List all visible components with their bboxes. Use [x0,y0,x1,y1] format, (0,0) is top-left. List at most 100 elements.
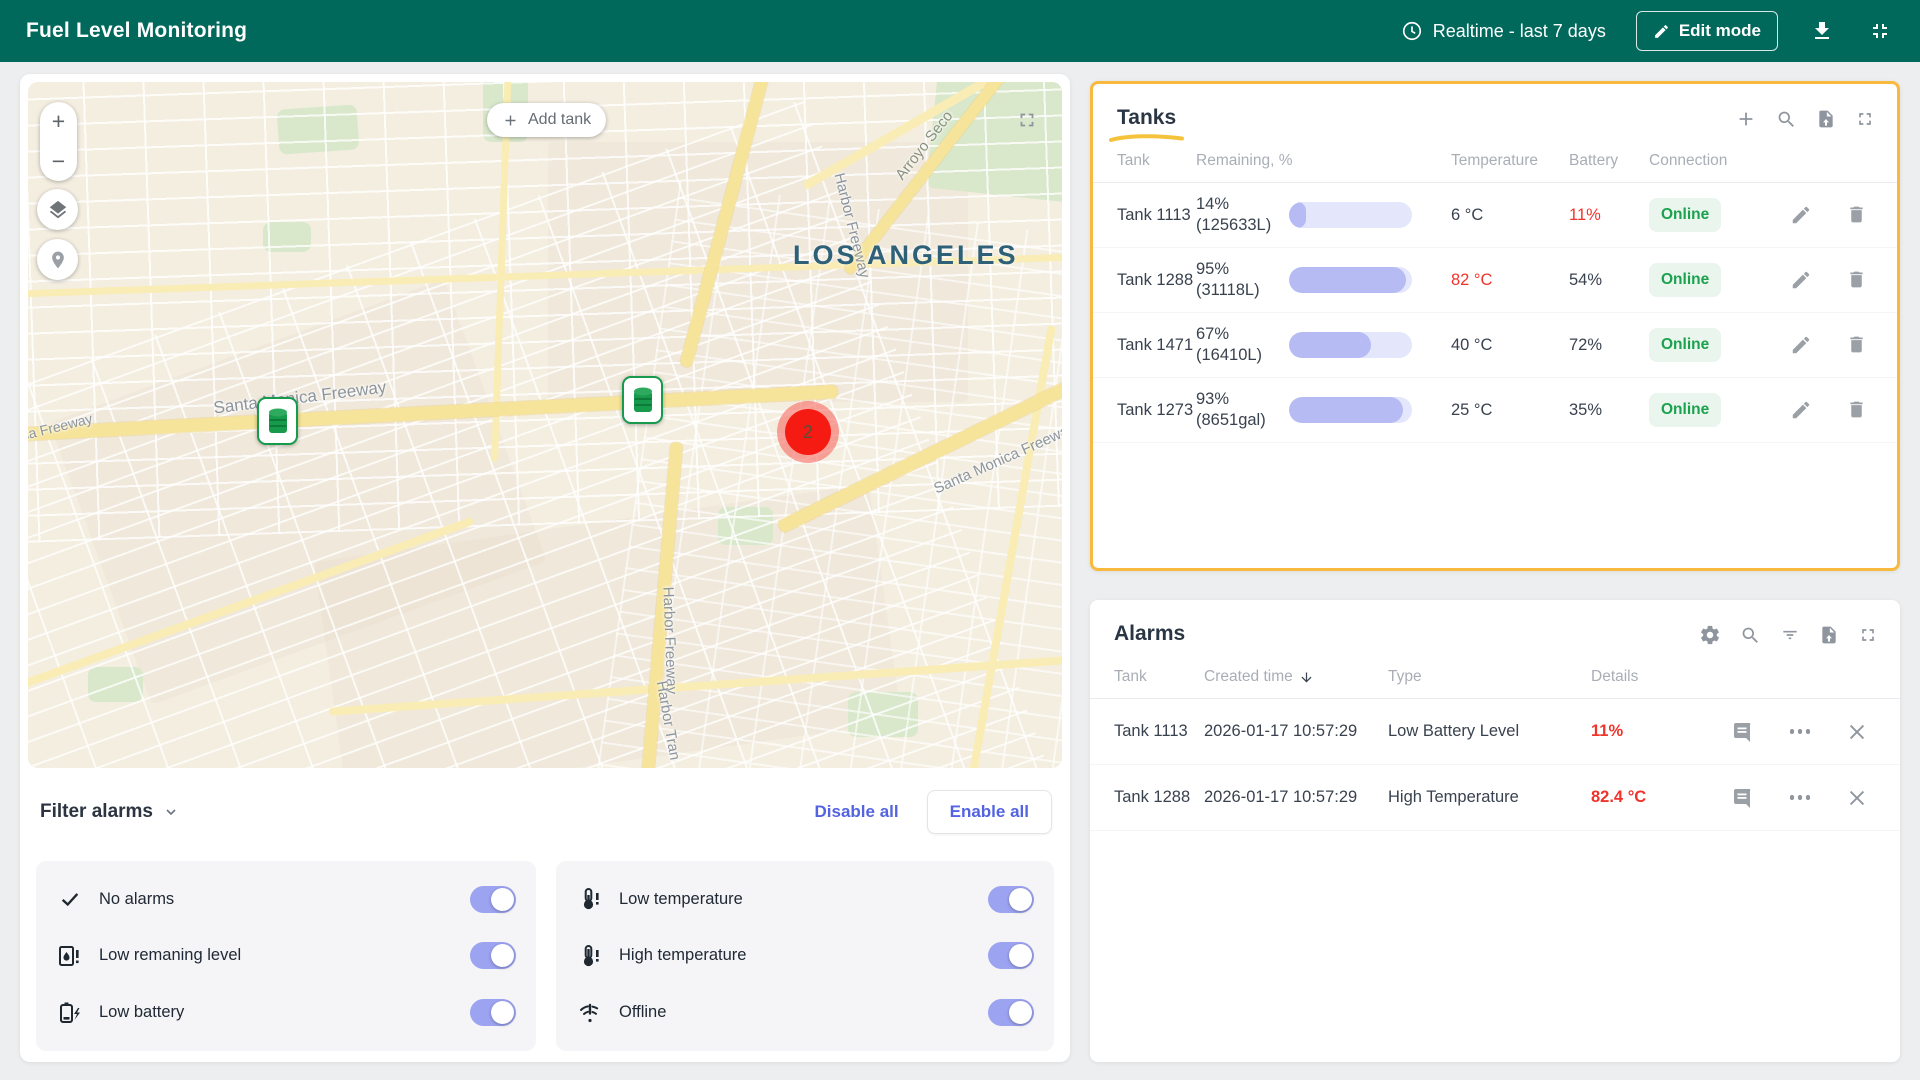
tank-level-bar [1289,332,1451,358]
alarm-more-button[interactable] [1790,795,1811,800]
delete-tank-button[interactable] [1846,204,1867,226]
col-remaining: Remaining, % [1196,152,1451,170]
add-tank-button[interactable]: Add tank [487,103,606,137]
tank-connection: Online [1649,328,1779,362]
filter-alarms-toggle[interactable]: Filter alarms [36,801,179,823]
tank-name: Tank 1471 [1117,335,1196,356]
tank-level-bar [1289,397,1451,423]
delete-tank-button[interactable] [1846,334,1867,356]
col-battery: Battery [1569,152,1649,170]
toggle-switch[interactable] [470,886,516,913]
filter-icon [1780,625,1800,645]
map-fullscreen-button[interactable] [1016,109,1038,131]
col-tank: Tank [1117,152,1196,170]
toggle-switch[interactable] [470,942,516,969]
filter-label: No alarms [99,890,455,909]
toggle-switch[interactable] [470,999,516,1026]
status-badge: Online [1649,198,1721,232]
toggle-switch[interactable] [988,999,1034,1026]
enable-all-button[interactable]: Enable all [927,790,1052,834]
toggle-switch[interactable] [988,942,1034,969]
alarm-filter-group-left: No alarms Low remaning level [36,861,536,1051]
disable-all-button[interactable]: Disable all [815,802,899,822]
compress-icon [1868,19,1892,43]
location-pin-icon [48,250,68,270]
fullscreen-icon [1858,625,1878,645]
edit-tank-button[interactable] [1790,399,1812,421]
tank-marker[interactable] [257,397,298,445]
tank-battery: 54% [1569,271,1649,290]
filter-row-low-temperature: Low temperature [576,885,1034,913]
zoom-in-button[interactable]: + [40,102,77,142]
edit-tank-button[interactable] [1790,204,1812,226]
thermometer-alert-icon [576,942,604,970]
fuel-level-alert-icon [56,942,84,970]
alarms-fullscreen-button[interactable] [1858,625,1878,645]
alarms-filter-button[interactable] [1780,625,1800,645]
alarms-settings-button[interactable] [1699,624,1721,646]
alarms-title: Alarms [1114,622,1185,646]
alarm-created-time: 2026-01-17 10:57:29 [1204,788,1388,807]
col-temperature: Temperature [1451,152,1569,170]
zoom-out-button[interactable]: − [40,142,77,182]
filter-row-offline: Offline [576,999,1034,1027]
filter-label: Low remaning level [99,946,455,965]
download-button[interactable] [1808,17,1836,45]
time-range-selector[interactable]: Realtime - last 7 days [1401,20,1606,42]
plus-icon [1735,108,1757,130]
filter-alarms-bar: Filter alarms Disable all Enable all [36,774,1054,850]
edit-tank-button[interactable] [1790,334,1812,356]
alarm-created-time: 2026-01-17 10:57:29 [1204,722,1388,741]
comment-icon [1730,786,1754,810]
alarm-type: High Temperature [1388,788,1591,807]
alarms-search-button[interactable] [1740,625,1761,646]
alarms-export-button[interactable] [1819,624,1839,646]
alarm-more-button[interactable] [1790,729,1811,734]
tank-marker[interactable] [622,376,663,424]
col-created-time-sort[interactable]: Created time [1204,668,1388,686]
filter-label: Low battery [99,1003,455,1022]
alarm-dismiss-button[interactable] [1846,787,1868,809]
col-details: Details [1591,668,1703,686]
tank-row: Tank 1113 14% (125633L) 6 °C 11% Online [1093,183,1897,248]
alarm-cluster-marker[interactable]: 2 [777,401,839,463]
tanks-title: Tanks [1117,106,1176,130]
tank-level-bar [1289,202,1451,228]
pencil-icon [1653,23,1670,40]
city-label: LOS ANGELES [793,240,1019,271]
delete-tank-button[interactable] [1846,399,1867,421]
tanks-search-button[interactable] [1776,109,1797,130]
trash-icon [1846,269,1867,291]
export-file-icon [1819,624,1839,646]
tanks-export-button[interactable] [1816,108,1836,130]
edit-mode-button[interactable]: Edit mode [1636,11,1778,51]
pencil-icon [1790,269,1812,291]
tank-temperature: 6 °C [1451,206,1569,225]
alarm-row: Tank 1288 2026-01-17 10:57:29 High Tempe… [1090,765,1900,831]
col-tank: Tank [1114,668,1204,686]
filter-alarms-label: Filter alarms [40,801,153,823]
add-tank-row-button[interactable] [1735,108,1757,130]
edit-tank-button[interactable] [1790,269,1812,291]
location-button[interactable] [37,239,78,280]
fullscreen-icon [1855,109,1875,129]
layers-button[interactable] [37,189,78,230]
compress-button[interactable] [1866,17,1894,45]
close-icon [1846,721,1868,743]
alarm-comment-button[interactable] [1730,786,1754,810]
tanks-fullscreen-button[interactable] [1855,109,1875,129]
alarm-dismiss-button[interactable] [1846,721,1868,743]
close-icon [1846,787,1868,809]
alarms-panel: Alarms Tank Created time Type Det [1090,600,1900,1062]
page-title: Fuel Level Monitoring [26,19,247,43]
alarm-comment-button[interactable] [1730,720,1754,744]
chevron-down-icon [163,804,179,820]
tank-barrel-icon [631,385,655,415]
alarm-type: Low Battery Level [1388,722,1591,741]
delete-tank-button[interactable] [1846,269,1867,291]
alarm-filter-group-right: Low temperature High temperature [556,861,1054,1051]
cluster-count: 2 [803,422,813,443]
status-badge: Online [1649,263,1721,297]
toggle-switch[interactable] [988,886,1034,913]
map[interactable]: Santa Monica Freeway Santa Monica Freewa… [28,82,1062,768]
